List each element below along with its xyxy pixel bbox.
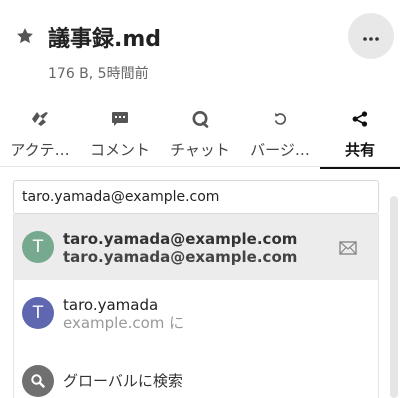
tab-divider <box>0 166 400 167</box>
history-icon <box>270 109 290 129</box>
global-search-label: グローバルに検索 <box>63 372 183 390</box>
suggestion-text: グローバルに検索 <box>63 372 183 390</box>
share-icon <box>350 109 370 129</box>
tab-label: アクテ… <box>10 141 70 159</box>
share-sidebar: 議事録.md 176 B, 5時間前 アクテ… コメント チャット バージ… 共… <box>0 0 400 398</box>
comment-icon <box>110 109 130 129</box>
suggestion-federated-user[interactable]: T taro.yamada example.com に <box>14 280 378 346</box>
share-search-input[interactable] <box>13 180 379 214</box>
tab-label: コメント <box>89 141 150 159</box>
chat-icon <box>190 109 210 129</box>
file-title: 議事録.md <box>48 27 162 52</box>
suggestion-secondary: example.com に <box>63 314 185 332</box>
tab-label: バージ… <box>250 141 310 159</box>
tab-sharing[interactable]: 共有 <box>320 103 400 169</box>
more-options-button[interactable] <box>348 13 394 59</box>
global-search-option[interactable]: グローバルに検索 <box>14 348 378 398</box>
star-icon[interactable] <box>15 26 35 46</box>
suggestion-text: taro.yamada@example.com taro.yamada@exam… <box>63 230 297 266</box>
search-icon <box>22 365 54 397</box>
scrollbar[interactable] <box>390 196 398 398</box>
more-horizontal-icon <box>363 29 379 44</box>
avatar: T <box>22 297 54 329</box>
mail-icon <box>339 240 357 255</box>
suggestion-primary: taro.yamada@example.com <box>63 230 298 248</box>
tab-label: 共有 <box>344 141 375 159</box>
file-meta: 176 B, 5時間前 <box>48 66 149 82</box>
suggestion-primary: taro.yamada <box>63 296 159 314</box>
suggestion-email-user[interactable]: T taro.yamada@example.com taro.yamada@ex… <box>14 214 378 280</box>
tab-bar: アクテ… コメント チャット バージ… 共有 <box>0 103 400 169</box>
avatar: T <box>22 231 54 263</box>
tab-chat[interactable]: チャット <box>160 103 240 167</box>
share-suggestions-dropdown: T taro.yamada@example.com taro.yamada@ex… <box>13 214 379 398</box>
suggestion-secondary: taro.yamada@example.com <box>63 248 298 266</box>
suggestion-text: taro.yamada example.com に <box>63 296 184 332</box>
tab-comments[interactable]: コメント <box>80 103 160 167</box>
tab-label: チャット <box>170 141 230 159</box>
tab-activity[interactable]: アクテ… <box>0 103 80 167</box>
tab-versions[interactable]: バージ… <box>240 103 320 167</box>
lightning-icon <box>30 109 50 129</box>
